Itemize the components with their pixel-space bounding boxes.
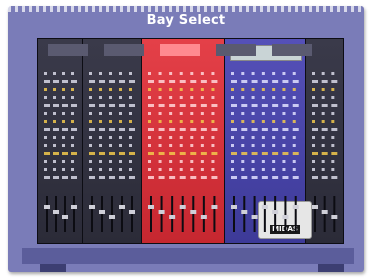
- window-title: Bay Select: [146, 13, 226, 28]
- brand-logo: MIDAS: [270, 225, 300, 234]
- console-overview: MIDAS: [37, 38, 344, 244]
- console-foot-right: [318, 264, 344, 272]
- meter-display: [230, 45, 302, 61]
- console-foot-left: [40, 264, 66, 272]
- master-control-panel: MIDAS: [258, 201, 312, 239]
- bay-2-button[interactable]: [83, 39, 142, 243]
- bay-3-button[interactable]: [142, 39, 225, 243]
- torn-paper-edge: [8, 6, 364, 12]
- bay-1-button[interactable]: [38, 39, 83, 243]
- console-base: [22, 248, 354, 264]
